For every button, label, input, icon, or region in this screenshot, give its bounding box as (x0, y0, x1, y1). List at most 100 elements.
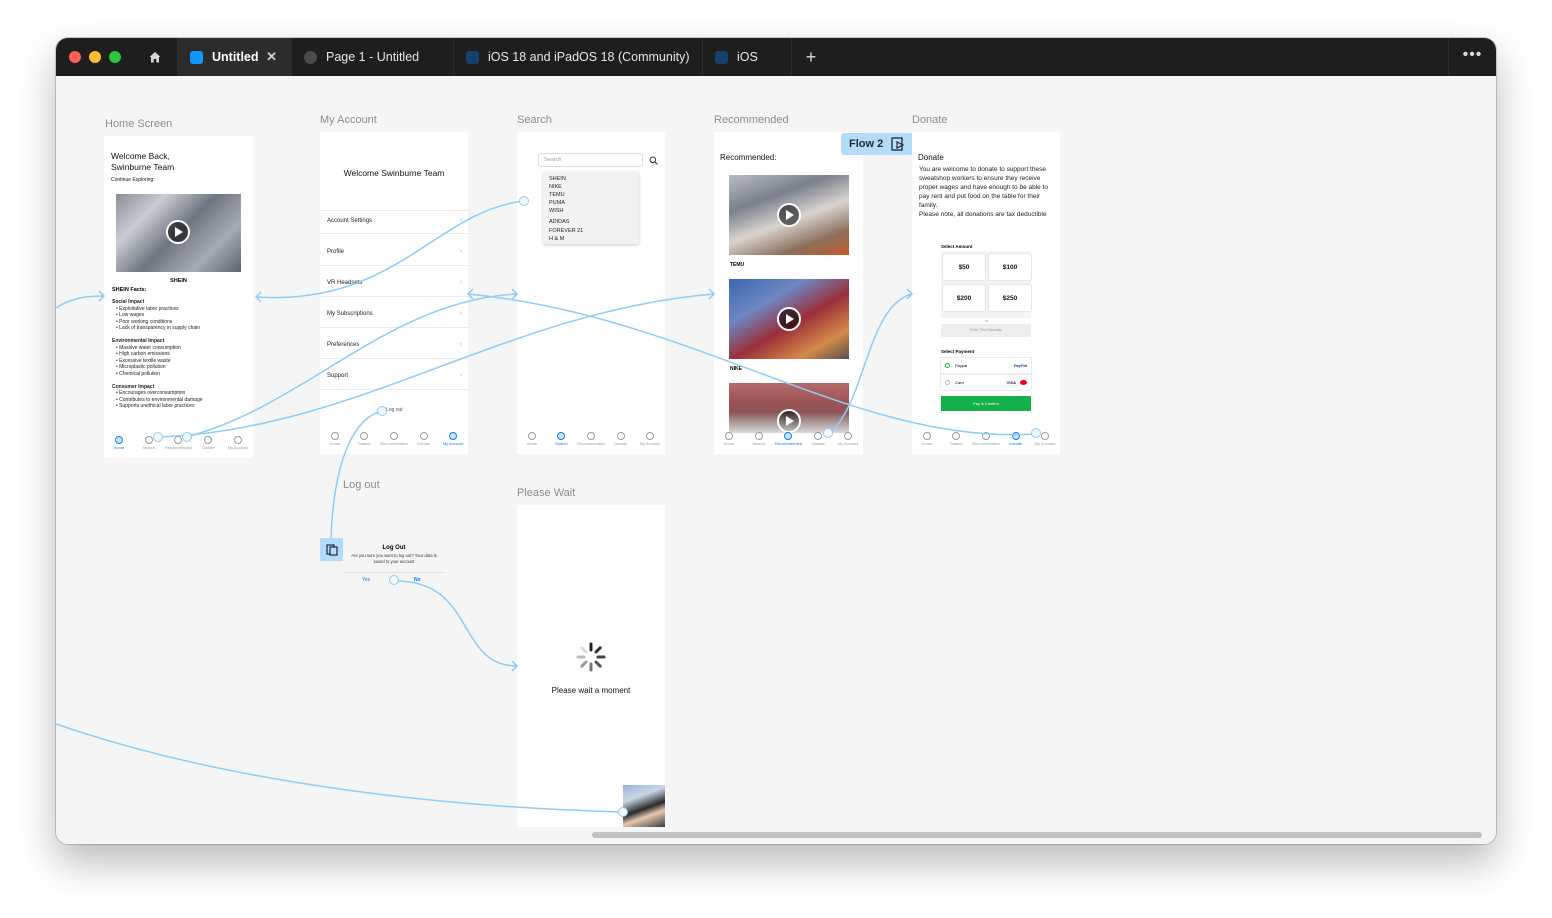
nav-home[interactable]: Home (518, 432, 546, 446)
result-item[interactable]: ADIDAS (549, 218, 633, 226)
minimize-window-button[interactable] (89, 51, 101, 63)
bottom-nav: Home Search Recommended Donate My Accoun… (517, 430, 665, 454)
nav-home[interactable]: Home (105, 436, 133, 450)
play-icon[interactable] (777, 203, 801, 227)
nav-search[interactable]: Search (547, 432, 575, 446)
result-item[interactable]: NIKE (549, 183, 633, 191)
divider (320, 389, 468, 390)
radio-icon[interactable] (945, 380, 950, 385)
connector-handle[interactable] (1031, 428, 1041, 438)
search-icon[interactable] (649, 156, 658, 165)
nav-home[interactable]: Home (913, 432, 941, 446)
please-wait-frame[interactable]: Please wait a moment (517, 505, 665, 827)
nav-home[interactable]: Home (715, 432, 743, 446)
search-results-dropdown: SHEIN NIKE TEMU PUMA WISH ADIDAS FOREVER… (543, 172, 639, 244)
more-options-button[interactable]: ••• (1448, 38, 1496, 76)
play-icon[interactable] (777, 307, 801, 331)
no-button[interactable]: No (414, 577, 421, 583)
menu-account-settings[interactable]: Account Settings (327, 218, 372, 224)
nav-label: Search (950, 441, 963, 446)
tab-untitled[interactable]: Untitled ✕ (177, 38, 291, 76)
new-tab-button[interactable]: + (801, 38, 821, 76)
nav-recommended[interactable]: Recommended (774, 432, 802, 446)
title-bar: Untitled ✕ Page 1 - Untitled iOS 18 and … (56, 38, 1496, 76)
custom-amount-input[interactable]: Enter Print Manually (941, 324, 1031, 337)
nav-my-account[interactable]: My Account (834, 432, 862, 446)
amount-200-button[interactable]: $200 (943, 285, 985, 311)
menu-preferences[interactable]: Preferences (327, 342, 359, 348)
star-icon (389, 432, 398, 440)
item-label: NIKE (730, 366, 742, 372)
result-item[interactable]: H & M (549, 235, 633, 243)
connector-handle[interactable] (823, 428, 833, 438)
connector-handle[interactable] (389, 575, 399, 585)
payment-paypal[interactable]: Paypal PayPal (941, 358, 1031, 373)
play-icon[interactable] (166, 220, 190, 244)
nav-recommended[interactable]: Recommended (380, 432, 408, 446)
amount-100-button[interactable]: $100 (989, 254, 1031, 280)
payment-card[interactable]: Card VISA (941, 375, 1031, 390)
radio-selected-icon[interactable] (945, 363, 950, 368)
nav-search[interactable]: Search (745, 432, 773, 446)
divider (320, 265, 468, 266)
tab-page-1[interactable]: Page 1 - Untitled (291, 38, 453, 76)
yes-button[interactable]: Yes (362, 577, 370, 583)
nav-donate[interactable]: Donate (607, 432, 635, 446)
connector-handle[interactable] (519, 196, 529, 206)
result-item[interactable]: FOREVER 21 (549, 227, 633, 235)
nav-donate[interactable]: Donate (1002, 432, 1030, 446)
home-screen-frame[interactable]: Welcome Back, Swinburne Team Continue Ex… (104, 136, 253, 458)
nav-label: My Account (227, 445, 249, 450)
brand-title: SHEIN (170, 278, 187, 284)
amount-50-button[interactable]: $50 (943, 254, 985, 280)
result-item[interactable]: WISH (549, 207, 633, 215)
connector-handle[interactable] (618, 807, 628, 817)
nav-search[interactable]: Search (350, 432, 378, 446)
menu-profile[interactable]: Profile (327, 249, 344, 255)
tab-ios[interactable]: iOS (702, 38, 792, 76)
result-item[interactable]: SHEIN (549, 175, 633, 183)
design-file-icon (715, 50, 728, 64)
tab-ios-18-community[interactable]: iOS 18 and iPadOS 18 (Community) (453, 38, 702, 76)
zoom-window-button[interactable] (109, 51, 121, 63)
pay-confirm-button[interactable]: Pay & Confirm (941, 396, 1031, 411)
play-flow-icon[interactable] (891, 137, 905, 151)
mastercard-icon (1020, 380, 1027, 385)
nav-donate[interactable]: Donate (194, 436, 222, 450)
nav-label: Home (526, 441, 538, 446)
nav-home[interactable]: Home (321, 432, 349, 446)
close-window-button[interactable] (69, 51, 81, 63)
connector-handle[interactable] (153, 432, 163, 442)
search-frame[interactable]: Search SHEIN NIKE TEMU PUMA WISH ADIDAS … (517, 132, 665, 454)
result-item[interactable]: PUMA (549, 199, 633, 207)
connector-handle[interactable] (377, 406, 387, 416)
horizontal-scrollbar[interactable] (592, 832, 1482, 838)
search-input[interactable]: Search (538, 153, 643, 167)
flow-start-marker[interactable] (320, 538, 343, 561)
connector-handle[interactable] (182, 432, 192, 442)
menu-subscriptions[interactable]: My Subscriptions (327, 311, 373, 317)
donate-frame[interactable]: Donate You are welcome to donate to supp… (912, 132, 1060, 454)
amount-250-button[interactable]: $250 (989, 285, 1031, 311)
recommended-frame[interactable]: Recommended: TEMU NIKE Home Search Recom… (714, 132, 863, 454)
menu-vr-headsets[interactable]: VR Headsets (327, 280, 362, 286)
video-thumbnail[interactable] (729, 175, 849, 255)
flow-badge[interactable]: Flow 2 (841, 133, 913, 155)
video-thumbnail[interactable] (116, 194, 241, 272)
nav-recommended[interactable]: Recommended (972, 432, 1000, 446)
result-item[interactable]: TEMU (549, 191, 633, 199)
house-icon (724, 432, 733, 440)
logout-link[interactable]: Log out (386, 407, 403, 413)
video-thumbnail[interactable] (729, 279, 849, 359)
nav-my-account[interactable]: My Account (224, 436, 252, 450)
nav-search[interactable]: Search (942, 432, 970, 446)
home-button[interactable] (136, 38, 174, 76)
my-account-frame[interactable]: Welcome Swinburne Team Account Settings ›… (320, 132, 468, 454)
nav-my-account[interactable]: My Account (439, 432, 467, 446)
nav-donate[interactable]: Donate (410, 432, 438, 446)
close-tab-icon[interactable]: ✕ (266, 49, 277, 65)
menu-support[interactable]: Support (327, 373, 348, 379)
design-canvas[interactable]: Home Screen Welcome Back, Swinburne Team… (56, 76, 1496, 844)
nav-my-account[interactable]: My Account (636, 432, 664, 446)
nav-recommended[interactable]: Recommended (577, 432, 605, 446)
